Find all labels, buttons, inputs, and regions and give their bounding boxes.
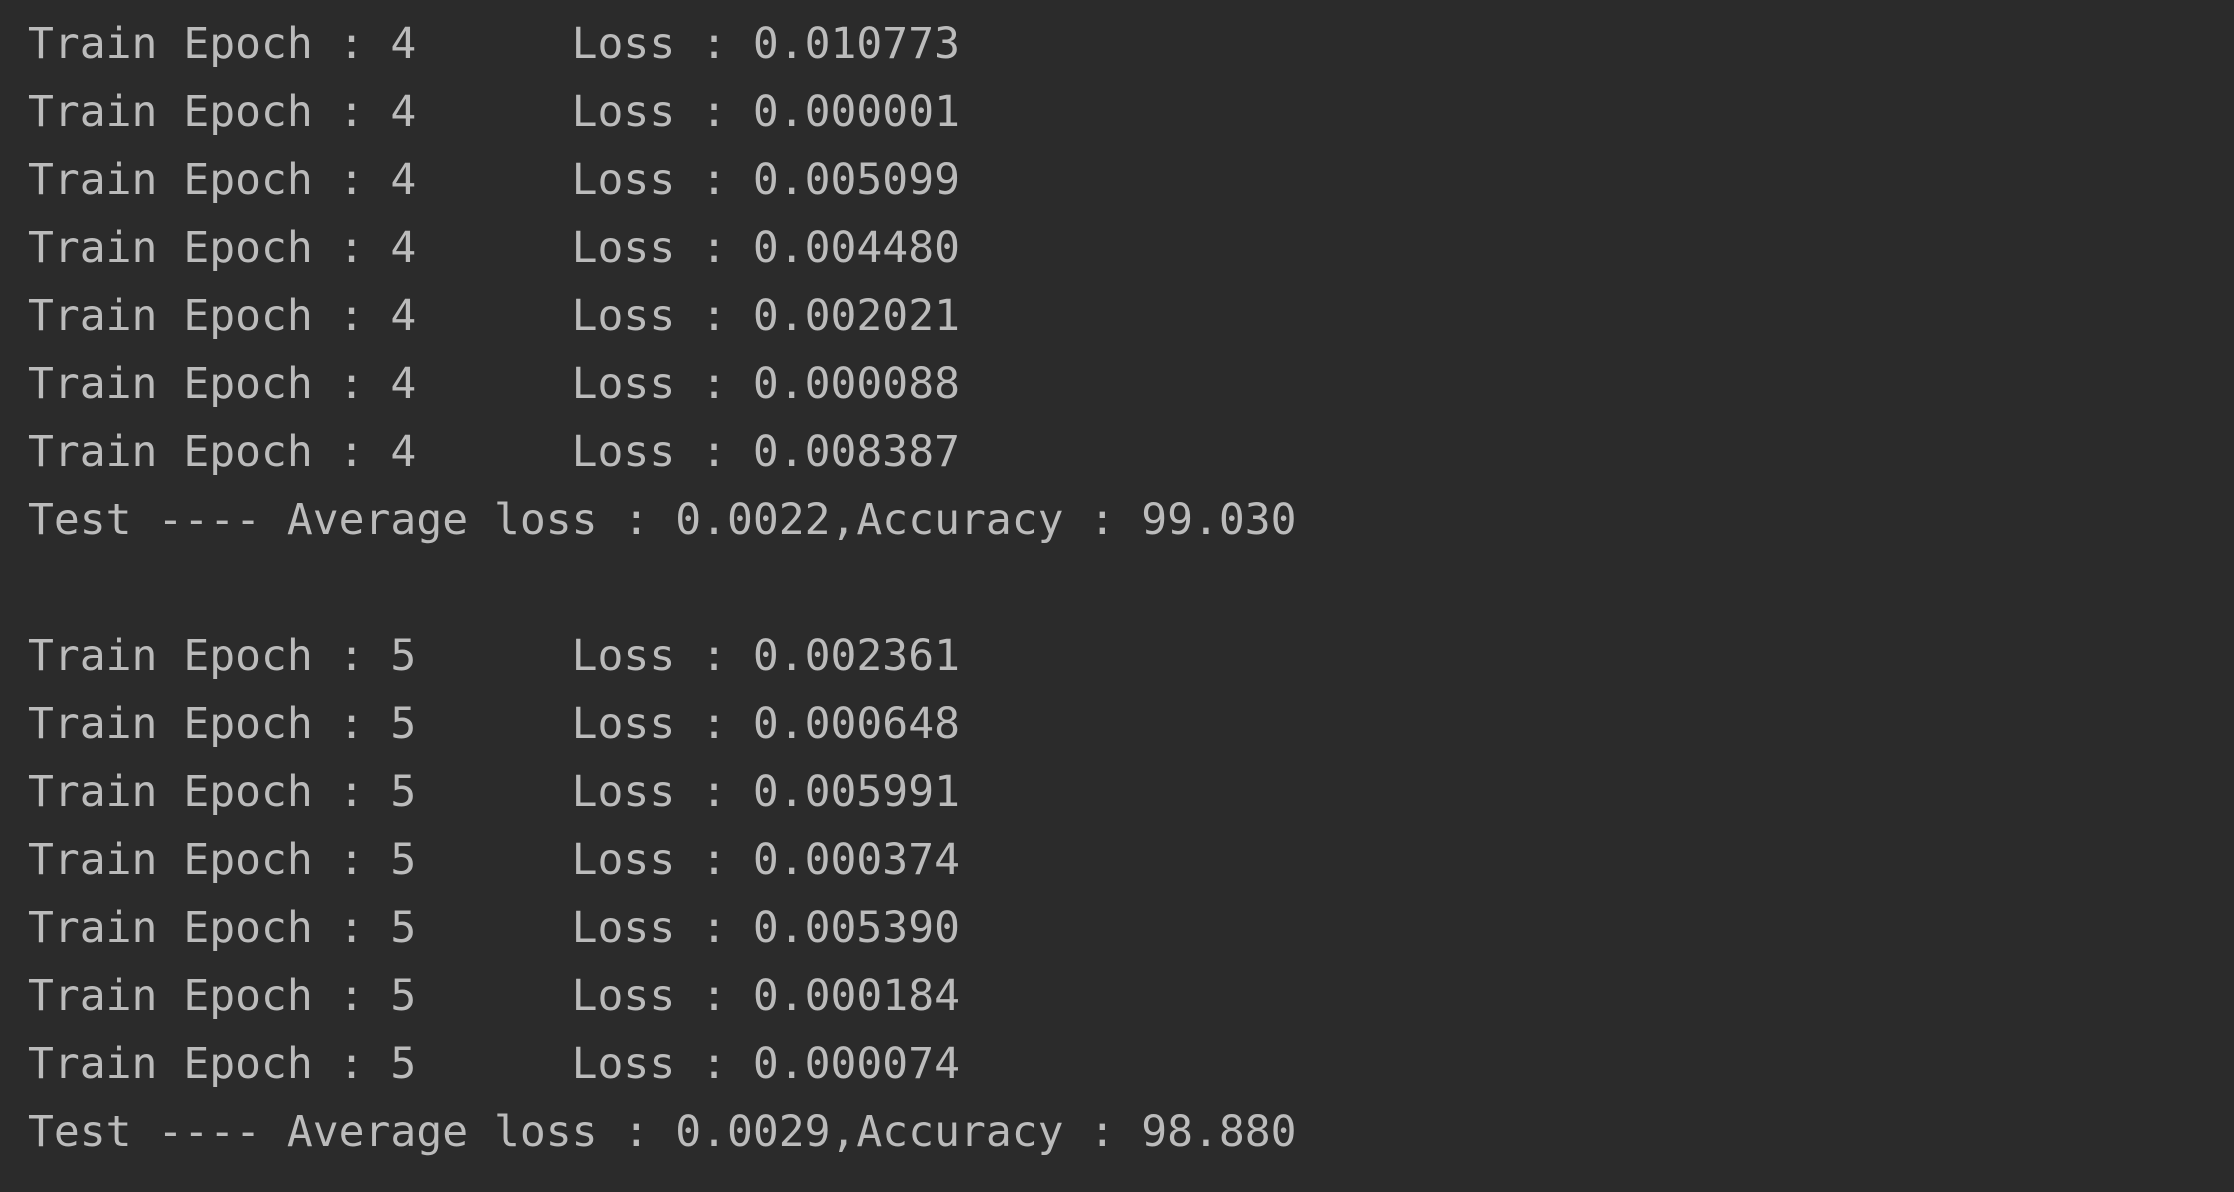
train-log-line: Train Epoch : 4 Loss : 0.000088 bbox=[28, 359, 960, 409]
console-output[interactable]: Train Epoch : 4 Loss : 0.010773 Train Ep… bbox=[0, 0, 2234, 1192]
test-summary-line: Test ---- Average loss : 0.0022,Accuracy… bbox=[28, 495, 1297, 545]
train-log-line: Train Epoch : 5 Loss : 0.000648 bbox=[28, 699, 960, 749]
test-summary-line: Test ---- Average loss : 0.0029,Accuracy… bbox=[28, 1107, 1297, 1157]
train-log-line: Train Epoch : 4 Loss : 0.010773 bbox=[28, 19, 960, 69]
train-log-line: Train Epoch : 5 Loss : 0.000184 bbox=[28, 971, 960, 1021]
train-log-line: Train Epoch : 5 Loss : 0.000374 bbox=[28, 835, 960, 885]
train-log-line: Train Epoch : 5 Loss : 0.005991 bbox=[28, 767, 960, 817]
train-log-line: Train Epoch : 4 Loss : 0.008387 bbox=[28, 427, 960, 477]
train-log-line: Train Epoch : 4 Loss : 0.005099 bbox=[28, 155, 960, 205]
train-log-line: Train Epoch : 4 Loss : 0.002021 bbox=[28, 291, 960, 341]
train-log-line: Train Epoch : 4 Loss : 0.000001 bbox=[28, 87, 960, 137]
train-log-line: Train Epoch : 5 Loss : 0.005390 bbox=[28, 903, 960, 953]
train-log-line: Train Epoch : 5 Loss : 0.002361 bbox=[28, 631, 960, 681]
train-log-line: Train Epoch : 5 Loss : 0.000074 bbox=[28, 1039, 960, 1089]
train-log-line: Train Epoch : 4 Loss : 0.004480 bbox=[28, 223, 960, 273]
